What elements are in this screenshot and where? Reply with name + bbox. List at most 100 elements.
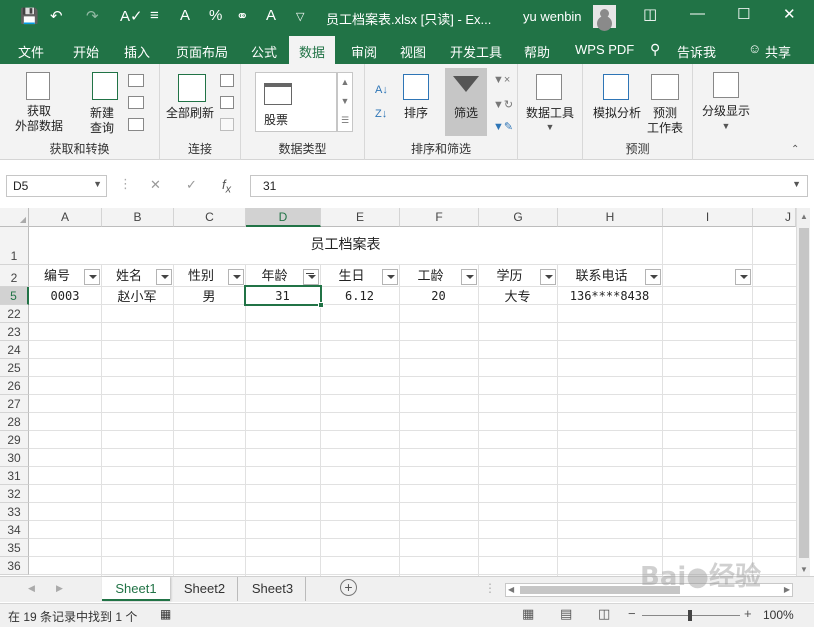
normal-view-icon[interactable]: ▦ bbox=[522, 606, 534, 622]
row-header[interactable]: 36 bbox=[0, 557, 29, 575]
column-header[interactable]: H bbox=[558, 208, 663, 227]
close-icon[interactable]: ✕ bbox=[783, 5, 796, 23]
percent-icon[interactable]: % bbox=[209, 7, 222, 24]
tab-formulas[interactable]: 公式 bbox=[251, 42, 277, 61]
zoom-level[interactable]: 100% bbox=[763, 608, 794, 622]
filter-dropdown-icon[interactable] bbox=[461, 269, 477, 285]
fill-handle[interactable] bbox=[318, 302, 324, 308]
show-queries-icon[interactable] bbox=[128, 74, 144, 87]
cancel-icon[interactable]: ✕ bbox=[150, 177, 161, 193]
tab-view[interactable]: 视图 bbox=[400, 42, 426, 61]
tab-insert[interactable]: 插入 bbox=[124, 42, 150, 61]
column-header[interactable]: J bbox=[753, 208, 796, 227]
page-layout-view-icon[interactable]: ▤ bbox=[560, 606, 572, 622]
tab-file[interactable]: 文件 bbox=[18, 42, 44, 61]
row-header[interactable]: 29 bbox=[0, 431, 29, 449]
data-tools-dropdown-icon[interactable]: ▼ bbox=[520, 120, 580, 135]
recent-sources-icon[interactable] bbox=[128, 118, 144, 131]
data-cell[interactable]: 大专 bbox=[478, 288, 557, 305]
advanced-filter-icon[interactable]: ▼✎ bbox=[493, 120, 513, 133]
data-cell[interactable]: 0003 bbox=[29, 288, 101, 305]
filter-active-icon[interactable] bbox=[303, 269, 319, 285]
tab-data[interactable]: 数据 bbox=[289, 36, 336, 64]
data-cell[interactable]: 赵小军 bbox=[101, 288, 173, 305]
sort-button[interactable]: 排序 bbox=[397, 106, 435, 121]
reapply-icon[interactable]: ▼↻ bbox=[493, 98, 513, 111]
spelling-icon[interactable]: A✓ bbox=[120, 7, 143, 25]
edit-links-icon[interactable] bbox=[220, 118, 234, 131]
filter-dropdown-icon[interactable] bbox=[735, 269, 751, 285]
row-header[interactable]: 30 bbox=[0, 449, 29, 467]
tab-home[interactable]: 开始 bbox=[73, 42, 99, 61]
data-types-gallery[interactable]: 股票 bbox=[255, 72, 337, 132]
save-icon[interactable]: 💾 bbox=[20, 7, 39, 25]
tab-wps-pdf[interactable]: WPS PDF bbox=[575, 42, 634, 57]
row-header[interactable]: 26 bbox=[0, 377, 29, 395]
clear-filter-icon[interactable]: ▼× bbox=[493, 74, 510, 86]
scroll-down-icon[interactable]: ▼ bbox=[800, 565, 808, 574]
column-header[interactable]: B bbox=[102, 208, 174, 227]
row-header[interactable]: 33 bbox=[0, 503, 29, 521]
forecast-sheet-button[interactable]: 预测 工作表 bbox=[643, 106, 687, 136]
column-header[interactable]: D bbox=[246, 208, 321, 227]
align-icon[interactable]: ≡ bbox=[150, 7, 159, 24]
accessibility-icon[interactable]: ▦ bbox=[160, 607, 171, 621]
column-header[interactable]: G bbox=[479, 208, 558, 227]
maximize-icon[interactable]: ☐ bbox=[737, 5, 750, 23]
enter-icon[interactable]: ✓ bbox=[186, 177, 197, 193]
filter-dropdown-icon[interactable] bbox=[645, 269, 661, 285]
share-button[interactable]: 共享 bbox=[765, 42, 791, 61]
connections-icon[interactable] bbox=[220, 74, 234, 87]
gallery-scroll-icon[interactable]: ▲ ▼ ☰ bbox=[337, 72, 353, 132]
filter-button[interactable]: 筛选 bbox=[445, 106, 487, 121]
from-table-icon[interactable] bbox=[128, 96, 144, 109]
scroll-up-icon[interactable]: ▲ bbox=[800, 212, 808, 221]
sort-asc-desc-icon[interactable]: A↓ Z↓ bbox=[375, 78, 388, 126]
insert-function-icon[interactable]: fx bbox=[222, 177, 231, 196]
row-header[interactable]: 32 bbox=[0, 485, 29, 503]
customize-qat-icon[interactable]: ▽ bbox=[296, 10, 304, 23]
redo-icon[interactable]: ↷ bbox=[86, 7, 99, 25]
formula-input[interactable]: 31 ▼ bbox=[250, 175, 808, 197]
outline-button[interactable]: 分级显示 bbox=[695, 104, 757, 119]
new-query-button[interactable]: 新建 查询 bbox=[80, 106, 124, 136]
scroll-left-icon[interactable]: ◀ bbox=[508, 585, 514, 594]
ribbon-display-icon[interactable]: ◫ bbox=[643, 5, 657, 23]
zoom-slider-thumb[interactable] bbox=[688, 610, 692, 621]
stocks-button[interactable]: 股票 bbox=[264, 111, 288, 128]
column-header[interactable]: I bbox=[663, 208, 753, 227]
row-header[interactable]: 24 bbox=[0, 341, 29, 359]
minimize-icon[interactable]: — bbox=[690, 5, 705, 22]
row-header[interactable]: 28 bbox=[0, 413, 29, 431]
filter-dropdown-icon[interactable] bbox=[382, 269, 398, 285]
column-header[interactable]: E bbox=[321, 208, 400, 227]
row-header[interactable]: 35 bbox=[0, 539, 29, 557]
name-box[interactable]: D5 ▼ bbox=[6, 175, 107, 197]
row-header[interactable]: 22 bbox=[0, 305, 29, 323]
tab-review[interactable]: 审阅 bbox=[351, 42, 377, 61]
sheet-tab-sheet2[interactable]: Sheet2 bbox=[172, 577, 238, 601]
zoom-out-icon[interactable]: − bbox=[628, 606, 636, 621]
tab-split-icon[interactable]: ⋮ bbox=[484, 581, 496, 595]
format-icon[interactable]: A bbox=[266, 7, 276, 24]
data-cell[interactable]: 6.12 bbox=[320, 288, 399, 305]
zoom-in-icon[interactable]: + bbox=[744, 606, 752, 621]
undo-icon[interactable]: ↶ bbox=[50, 7, 63, 25]
tag-icon[interactable]: ⚭ bbox=[236, 7, 249, 25]
filter-dropdown-icon[interactable] bbox=[540, 269, 556, 285]
expand-formula-icon[interactable]: ▼ bbox=[792, 179, 801, 189]
avatar[interactable] bbox=[593, 5, 616, 28]
filter-dropdown-icon[interactable] bbox=[84, 269, 100, 285]
column-header[interactable]: A bbox=[29, 208, 102, 227]
filter-dropdown-icon[interactable] bbox=[156, 269, 172, 285]
filter-dropdown-icon[interactable] bbox=[228, 269, 244, 285]
page-break-view-icon[interactable]: ◫ bbox=[598, 606, 610, 622]
sheet-tab-sheet3[interactable]: Sheet3 bbox=[240, 577, 306, 601]
row-header[interactable]: 1 bbox=[0, 227, 29, 265]
refresh-all-button[interactable]: 全部刷新 bbox=[162, 106, 218, 121]
next-sheet-icon[interactable]: ▶ bbox=[56, 583, 63, 594]
select-all-corner[interactable]: ◢ bbox=[0, 208, 29, 227]
name-box-dropdown-icon[interactable]: ▼ bbox=[93, 179, 102, 189]
data-cell[interactable]: 男 bbox=[173, 288, 245, 305]
tab-developer[interactable]: 开发工具 bbox=[450, 42, 502, 61]
